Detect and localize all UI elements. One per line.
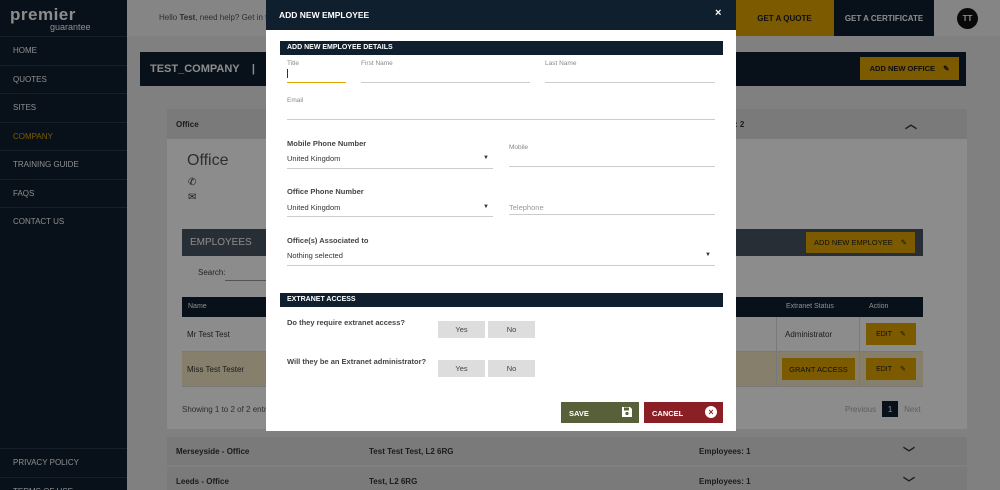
save-label: SAVE (569, 409, 589, 418)
first-name-input[interactable] (361, 82, 530, 83)
caret-down-icon[interactable]: ▼ (705, 252, 711, 258)
email-input[interactable] (287, 119, 715, 120)
add-employee-modal: ADD NEW EMPLOYEE × ADD NEW EMPLOYEE DETA… (266, 0, 736, 431)
offices-associated-label: Office(s) Associated to (287, 236, 369, 245)
last-name-input[interactable] (545, 82, 715, 83)
text-caret (287, 69, 288, 78)
details-section-header: ADD NEW EMPLOYEE DETAILS (280, 41, 723, 55)
offices-select[interactable]: Nothing selected (287, 251, 343, 260)
extranet-access-no-button[interactable]: No (488, 321, 535, 338)
mobile-phone-label: Mobile Phone Number (287, 139, 367, 148)
close-circle-icon: × (705, 406, 717, 418)
first-name-label: First Name (361, 60, 393, 67)
title-label: Title (287, 60, 300, 67)
caret-down-icon[interactable]: ▼ (483, 155, 489, 161)
save-button[interactable]: SAVE (561, 402, 639, 423)
extranet-access-yes-button[interactable]: Yes (438, 321, 485, 338)
telephone-input[interactable] (509, 214, 715, 215)
mobile-input-label: Mobile (509, 144, 529, 151)
telephone-placeholder: Telephone (509, 203, 544, 212)
offices-select-underline (287, 265, 715, 266)
mobile-country-select[interactable]: United Kingdom (287, 154, 340, 163)
mobile-input[interactable] (509, 166, 715, 167)
extranet-admin-yes-button[interactable]: Yes (438, 360, 485, 377)
last-name-label: Last Name (545, 60, 577, 67)
save-icon (622, 407, 632, 417)
title-input[interactable] (287, 82, 346, 83)
extranet-admin-question: Will they be an Extranet administrator? (287, 357, 427, 366)
close-icon[interactable]: × (715, 7, 721, 19)
cancel-label: CANCEL (652, 409, 684, 418)
extranet-access-question: Do they require extranet access? (287, 318, 405, 327)
extranet-section-header: EXTRANET ACCESS (280, 293, 723, 307)
cancel-button[interactable]: CANCEL × (644, 402, 723, 423)
caret-down-icon[interactable]: ▼ (483, 204, 489, 210)
office-phone-label: Office Phone Number (287, 187, 364, 196)
email-label: Email (287, 97, 304, 104)
office-phone-country-underline (287, 216, 493, 217)
modal-header: ADD NEW EMPLOYEE × (266, 0, 736, 30)
office-phone-country-select[interactable]: United Kingdom (287, 203, 340, 212)
mobile-country-underline (287, 168, 493, 169)
modal-title: ADD NEW EMPLOYEE (279, 10, 370, 20)
extranet-admin-no-button[interactable]: No (488, 360, 535, 377)
